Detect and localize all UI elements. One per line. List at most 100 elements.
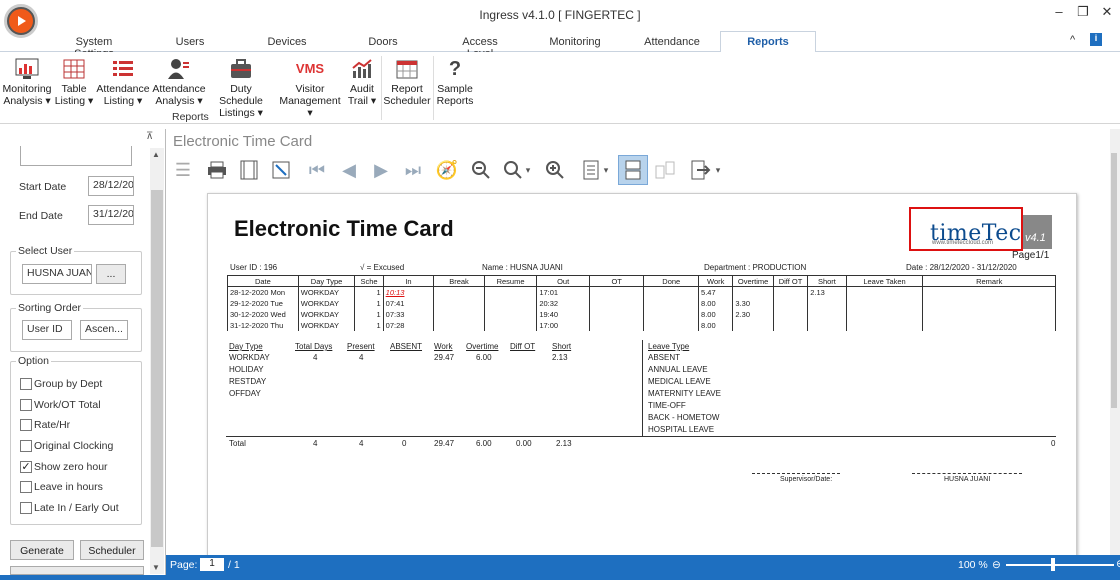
summary-header: Day Type bbox=[229, 342, 263, 351]
left-panel-scrollbar[interactable] bbox=[150, 148, 164, 574]
close-button[interactable]: ✕ bbox=[1096, 4, 1118, 22]
column-header: Out bbox=[536, 275, 590, 287]
leave-type-header: Leave Type bbox=[648, 342, 690, 351]
table-cell: 1 bbox=[354, 308, 384, 320]
sort-direction-select[interactable]: Ascen... bbox=[80, 320, 128, 340]
multi-page-icon[interactable] bbox=[652, 155, 678, 185]
table-cell bbox=[643, 297, 700, 309]
page-setup-icon[interactable] bbox=[236, 155, 262, 185]
column-header: Work bbox=[698, 275, 734, 287]
print-icon[interactable] bbox=[204, 155, 230, 185]
option-checkbox[interactable] bbox=[20, 502, 32, 514]
page-number-input[interactable]: 1 bbox=[200, 558, 224, 571]
calendar-icon bbox=[382, 57, 432, 81]
table-row: 30-12-2020 Wed WORKDAY 1 07:33 19:40 8.00 2.30 bbox=[227, 308, 1056, 320]
minimize-button[interactable]: ‒ bbox=[1048, 4, 1070, 22]
zoom-out-button[interactable]: ⊖ bbox=[992, 559, 1001, 571]
status-bar: Page: 1 / 1 100 % ⊖ ⊕ bbox=[166, 555, 1120, 575]
table-cell: 1 bbox=[354, 319, 384, 331]
tab-doors[interactable]: Doors bbox=[364, 36, 402, 48]
option-label: Group by Dept bbox=[34, 378, 103, 390]
table-cell bbox=[732, 319, 774, 331]
option-label: Work/OT Total bbox=[34, 399, 101, 411]
table-cell: 17:01 bbox=[536, 286, 590, 298]
zoom-slider[interactable] bbox=[1006, 564, 1114, 566]
app-logo-icon[interactable] bbox=[4, 4, 38, 38]
pin-icon[interactable]: ⊼ bbox=[146, 131, 153, 142]
previous-page-icon[interactable]: ◀ bbox=[336, 155, 362, 185]
end-date-input[interactable]: 31/12/20 bbox=[88, 205, 134, 225]
option-checkbox[interactable] bbox=[20, 440, 32, 452]
export-dropdown-icon[interactable]: ▾ bbox=[712, 155, 724, 185]
next-page-icon[interactable]: ▶ bbox=[368, 155, 394, 185]
report-excused-legend: √ = Excused bbox=[360, 263, 405, 272]
tab-devices[interactable]: Devices bbox=[262, 36, 312, 48]
tab-attendance[interactable]: Attendance bbox=[642, 36, 702, 48]
restore-button[interactable]: ❐ bbox=[1072, 4, 1094, 22]
option-checkbox[interactable]: ✓ bbox=[20, 461, 32, 473]
info-icon[interactable]: i bbox=[1090, 33, 1102, 46]
summary-cell: WORKDAY bbox=[229, 353, 270, 362]
option-checkbox[interactable] bbox=[20, 378, 32, 390]
scroll-down-icon[interactable]: ▼ bbox=[152, 563, 160, 572]
total-cell: 6.00 bbox=[476, 439, 492, 448]
zoom-in-button[interactable]: ⊕ bbox=[1116, 558, 1120, 570]
total-cell: Total bbox=[229, 439, 246, 448]
continuous-page-icon[interactable] bbox=[618, 155, 648, 185]
monitoring-analysis-button[interactable]: Monitoring Analysis ▾ bbox=[0, 57, 54, 107]
table-listing-button[interactable]: Table Listing ▾ bbox=[54, 57, 94, 107]
zoom-dropdown-icon[interactable]: ▾ bbox=[522, 155, 534, 185]
collapse-ribbon-icon[interactable]: ^ bbox=[1070, 34, 1075, 46]
sorting-order-label: Sorting Order bbox=[16, 302, 84, 314]
summary-cell: RESTDAY bbox=[229, 377, 267, 386]
generate-button[interactable]: Generate bbox=[10, 540, 74, 560]
zoom-out-icon[interactable] bbox=[468, 155, 494, 185]
tab-users[interactable]: Users bbox=[166, 36, 214, 48]
duty-schedule-listings-button[interactable]: Duty Schedule Listings ▾ bbox=[207, 57, 275, 119]
table-cell: 10:13 bbox=[382, 286, 435, 298]
option-checkbox[interactable] bbox=[20, 399, 32, 411]
sample-reports-button[interactable]: ? Sample Reports bbox=[434, 57, 476, 107]
sort-field-select[interactable]: User ID bbox=[22, 320, 72, 340]
table-row: 29-12-2020 Tue WORKDAY 1 07:41 20:32 8.00 3.30 bbox=[227, 297, 1056, 309]
option-checkbox[interactable] bbox=[20, 481, 32, 493]
fit-page-icon[interactable] bbox=[268, 155, 294, 185]
report-scheduler-button[interactable]: Report Scheduler bbox=[382, 57, 432, 107]
navigate-compass-icon[interactable]: 🧭 bbox=[434, 155, 460, 185]
report-page-number: Page1/1 bbox=[1012, 250, 1050, 261]
tab-reports[interactable]: Reports bbox=[720, 31, 816, 52]
scroll-up-icon[interactable]: ▲ bbox=[152, 150, 160, 159]
document-map-icon[interactable]: ☰ bbox=[170, 155, 196, 185]
tab-monitoring[interactable]: Monitoring bbox=[546, 36, 604, 48]
export-icon[interactable] bbox=[688, 155, 714, 185]
page-layout-dropdown-icon[interactable]: ▾ bbox=[600, 155, 612, 185]
attendance-listing-button[interactable]: Attendance Listing ▾ bbox=[94, 57, 152, 107]
column-header: Day Type bbox=[297, 275, 356, 287]
logo-url: www.timeteccloud.com bbox=[932, 240, 994, 246]
preview-scrollbar[interactable] bbox=[1110, 129, 1120, 555]
zoom-in-icon[interactable] bbox=[542, 155, 568, 185]
table-cell: 20:32 bbox=[536, 297, 590, 309]
report-type-field[interactable] bbox=[20, 146, 132, 166]
option-checkbox[interactable] bbox=[20, 419, 32, 431]
zoom-slider-thumb[interactable] bbox=[1051, 558, 1055, 571]
signature-name: HUSNA JUANI bbox=[944, 476, 991, 483]
table-cell: 07:41 bbox=[382, 297, 435, 309]
table-cell: 31-12-2020 Thu bbox=[227, 319, 299, 331]
select-user-input[interactable]: HUSNA JUANI bbox=[22, 264, 92, 284]
scheduler-button[interactable]: Scheduler bbox=[80, 540, 144, 560]
table-cell bbox=[845, 319, 924, 331]
export-button[interactable] bbox=[10, 566, 144, 575]
supervisor-label: Supervisor/Date: bbox=[780, 476, 833, 483]
start-date-input[interactable]: 28/12/20 bbox=[88, 176, 134, 196]
first-page-icon[interactable]: ⏮ bbox=[304, 155, 330, 185]
table-cell: 29-12-2020 Tue bbox=[227, 297, 299, 309]
browse-user-button[interactable]: ... bbox=[96, 264, 126, 284]
attendance-analysis-button[interactable]: Attendance Analysis ▾ bbox=[152, 57, 206, 107]
audit-trail-button[interactable]: Audit Trail ▾ bbox=[344, 57, 380, 107]
visitor-management-button[interactable]: VMS Visitor Management ▾ bbox=[276, 57, 344, 119]
last-page-icon[interactable]: ⏭ bbox=[400, 155, 426, 185]
table-cell bbox=[807, 297, 847, 309]
select-user-label: Select User bbox=[16, 245, 75, 257]
table-cell bbox=[732, 286, 774, 298]
